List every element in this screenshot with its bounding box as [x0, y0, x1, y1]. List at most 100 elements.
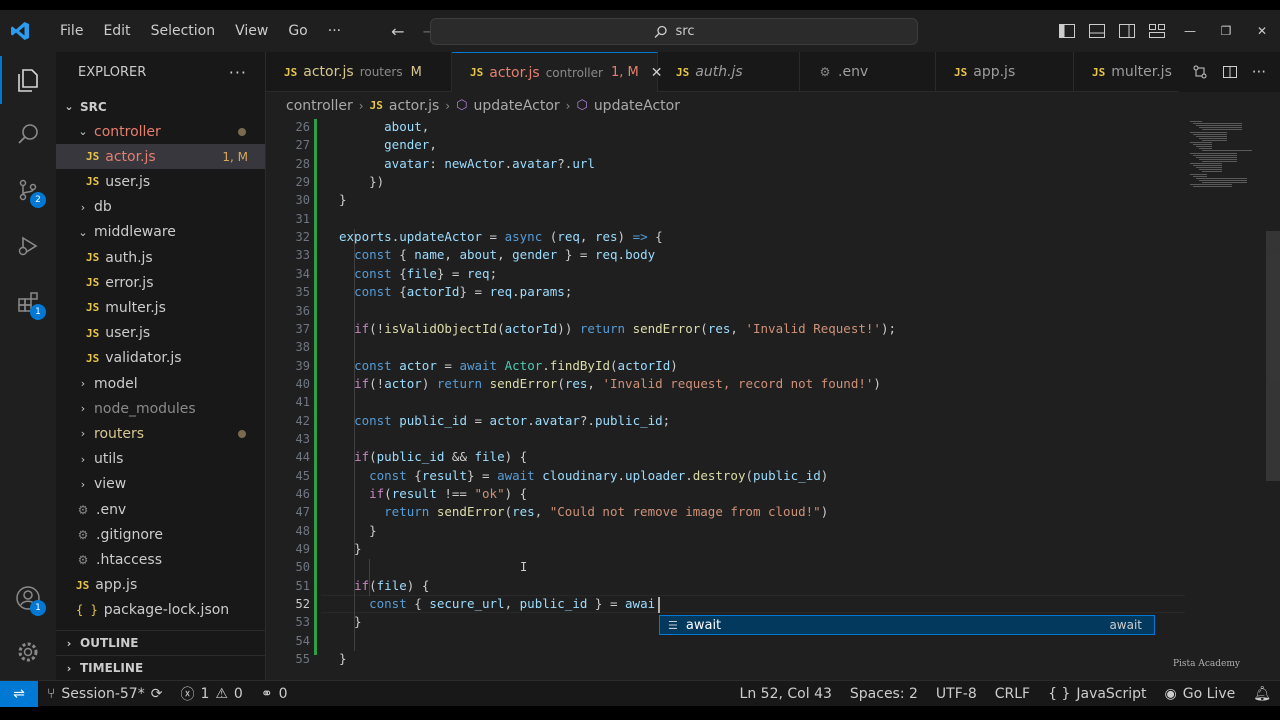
toggle-panel-icon[interactable] — [1082, 24, 1112, 38]
tree-item[interactable]: › view — [56, 472, 265, 497]
outline-section[interactable]: › OUTLINE — [56, 630, 265, 655]
code-line[interactable]: } — [339, 523, 377, 538]
command-center-search[interactable]: src — [430, 18, 918, 45]
code-line[interactable]: avatar: newActor.avatar?.url — [339, 156, 595, 171]
tree-item[interactable]: › db — [56, 195, 265, 220]
code-line[interactable]: exports.updateActor = async (req, res) =… — [339, 229, 663, 244]
back-arrow-icon[interactable]: ← — [391, 22, 404, 41]
editor-tab[interactable]: JS multer.js — [1074, 52, 1190, 92]
tree-item[interactable]: ⚙ .gitignore — [56, 522, 265, 547]
editor-tab[interactable]: ⚙ .env — [800, 52, 936, 92]
remote-indicator-icon[interactable]: ⇌ — [0, 680, 38, 707]
editor-tab[interactable]: JS actor.js controller 1, M ✕ — [452, 52, 662, 92]
tree-item[interactable]: › utils — [56, 447, 265, 472]
breadcrumb-file[interactable]: actor.js — [389, 98, 439, 114]
code-line[interactable]: }) — [339, 174, 384, 189]
breadcrumb-symbol[interactable]: updateActor — [473, 98, 559, 114]
timeline-section[interactable]: › TIMELINE — [56, 655, 265, 680]
tree-item[interactable]: JS multer.js — [56, 295, 265, 320]
accounts-icon[interactable]: 1 — [14, 584, 46, 616]
indentation[interactable]: Spaces: 2 — [841, 686, 927, 702]
close-window-icon[interactable]: ✕ — [1244, 24, 1280, 38]
tree-item[interactable]: ⌄ controller — [56, 119, 265, 144]
open-changes-icon[interactable] — [1192, 64, 1208, 80]
code-line[interactable]: } — [339, 614, 362, 629]
editor-tab[interactable]: JS actor.js routers M — [266, 52, 452, 92]
menu-file[interactable]: File — [50, 23, 93, 39]
branch-indicator[interactable]: ⑂ Session-57* ⟳ — [38, 686, 171, 702]
restore-icon[interactable]: ❐ — [1208, 24, 1244, 38]
tree-item[interactable]: JS validator.js — [56, 346, 265, 371]
tree-item[interactable]: JS auth.js — [56, 245, 265, 270]
code-line[interactable]: const { secure_url, public_id } = awai — [339, 596, 655, 611]
split-editor-icon[interactable] — [1222, 64, 1238, 80]
menu-go[interactable]: Go — [278, 23, 317, 39]
editor-tab[interactable]: JS auth.js — [658, 52, 800, 92]
minimap[interactable] — [1186, 119, 1266, 189]
more-actions-icon[interactable]: ··· — [1252, 63, 1266, 81]
manage-gear-icon[interactable] — [14, 638, 42, 666]
code-line[interactable]: if(public_id && file) { — [339, 449, 527, 464]
more-actions-icon[interactable]: ··· — [229, 63, 247, 82]
extensions-icon[interactable]: 1 — [14, 288, 46, 320]
search-icon[interactable] — [14, 120, 42, 148]
code-line[interactable]: if(result !== "ok") { — [339, 486, 527, 501]
sync-icon[interactable]: ⟳ — [151, 686, 163, 702]
code-line[interactable]: const actor = await Actor.findById(actor… — [339, 358, 678, 373]
tree-item[interactable]: JS app.js — [56, 573, 265, 598]
tree-item[interactable]: ⚙ .htaccess — [56, 547, 265, 572]
tree-item[interactable]: ⌄ middleware — [56, 220, 265, 245]
code-line[interactable]: if(file) { — [339, 578, 429, 593]
editor-tab[interactable]: JS app.js — [936, 52, 1074, 92]
code-editor[interactable]: 26 about, 27 gender, 28 avatar: newActor.a… — [266, 119, 1280, 680]
code-line[interactable]: const {file} = req; — [339, 266, 497, 281]
scrollbar-thumb[interactable] — [1266, 231, 1280, 481]
code-line[interactable]: return sendError(res, "Could not remove … — [339, 504, 828, 519]
code-line[interactable]: } — [339, 192, 347, 207]
code-line[interactable]: gender, — [339, 137, 437, 152]
toggle-secondary-sidebar-icon[interactable] — [1112, 24, 1142, 38]
notifications-bell-icon[interactable]: 🔔︎ — [1244, 686, 1280, 702]
minimize-icon[interactable]: — — [1172, 24, 1208, 38]
encoding[interactable]: UTF-8 — [927, 686, 986, 702]
toggle-primary-sidebar-icon[interactable] — [1052, 24, 1082, 38]
tree-item[interactable]: { } package-lock.json — [56, 598, 265, 623]
tree-item[interactable]: › routers — [56, 421, 265, 446]
explorer-root-folder[interactable]: ⌄ SRC — [56, 94, 265, 119]
code-line[interactable]: if(!actor) return sendError(res, 'Invali… — [339, 376, 881, 391]
code-line[interactable]: const {result} = await cloudinary.upload… — [339, 468, 828, 483]
menu-selection[interactable]: Selection — [141, 23, 226, 39]
run-debug-icon[interactable] — [14, 232, 42, 260]
tree-item[interactable]: JS user.js — [56, 169, 265, 194]
ports-indicator[interactable]: ⚭ 0 — [252, 686, 297, 702]
suggest-item-label[interactable]: await — [686, 618, 721, 633]
menu-edit[interactable]: Edit — [93, 23, 140, 39]
code-line[interactable]: } — [339, 651, 347, 666]
breadcrumb-symbol-inner[interactable]: updateActor — [594, 98, 680, 114]
explorer-files-icon[interactable] — [14, 66, 42, 94]
language-mode[interactable]: { } JavaScript — [1039, 686, 1155, 702]
code-line[interactable]: const {actorId} = req.params; — [339, 284, 572, 299]
tree-item[interactable]: › node_modules — [56, 396, 265, 421]
code-line[interactable]: } — [339, 541, 362, 556]
code-line[interactable]: const { name, about, gender } = req.body — [339, 247, 655, 262]
customize-layout-icon[interactable] — [1142, 24, 1172, 38]
cursor-position[interactable]: Ln 52, Col 43 — [731, 686, 841, 702]
suggest-widget[interactable]: ☰ await await — [659, 615, 1155, 635]
tree-item[interactable]: JS error.js — [56, 270, 265, 295]
go-live-button[interactable]: ◉ Go Live — [1156, 686, 1245, 702]
editor-scrollbar[interactable] — [1266, 119, 1280, 680]
source-control-icon[interactable]: 2 — [14, 176, 46, 208]
code-line[interactable]: if(!isValidObjectId(actorId)) return sen… — [339, 321, 896, 336]
tree-item[interactable]: ⚙ .env — [56, 497, 265, 522]
vscode-logo-icon[interactable] — [10, 21, 30, 41]
code-line[interactable]: about, — [339, 119, 429, 134]
tree-item[interactable]: JS user.js — [56, 321, 265, 346]
menu-view[interactable]: View — [225, 23, 278, 39]
end-of-line[interactable]: CRLF — [986, 686, 1039, 702]
code-line[interactable]: const public_id = actor.avatar?.public_i… — [339, 413, 670, 428]
breadcrumb-folder[interactable]: controller — [286, 98, 353, 114]
menu-more[interactable]: ··· — [318, 23, 351, 39]
problems-indicator[interactable]: ⓧ 1 ⚠ 0 — [171, 684, 251, 704]
tree-item[interactable]: › model — [56, 371, 265, 396]
